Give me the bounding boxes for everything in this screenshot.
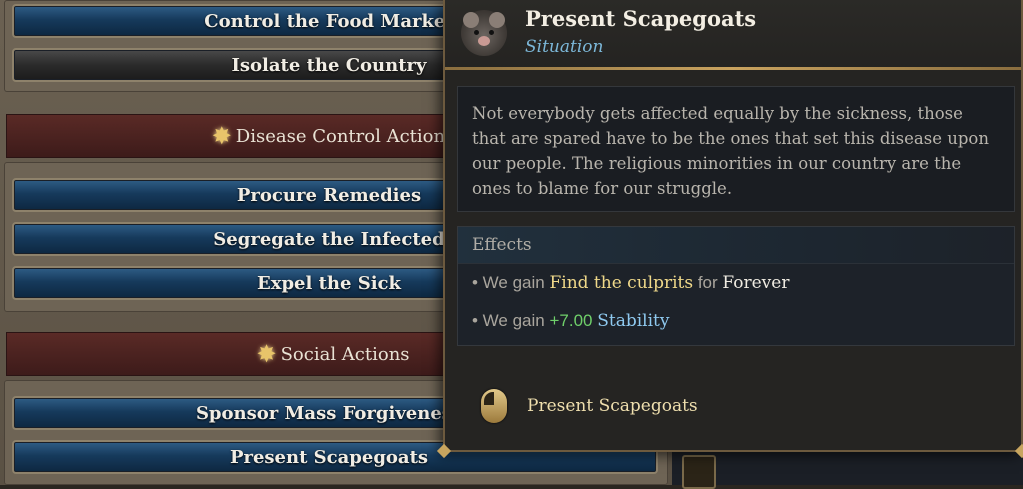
effect-duration: Forever [722, 273, 790, 293]
tooltip-action-hint: Present Scapegoats [481, 386, 698, 426]
effect-connector: for [693, 273, 723, 292]
situation-tooltip: Present Scapegoats Situation Not everybo… [436, 0, 1023, 459]
procure-remedies-label: Procure Remedies [236, 184, 422, 206]
effect-prefix: • We gain [472, 311, 550, 330]
segregate-infected-label: Segregate the Infected [213, 228, 445, 250]
header-divider [445, 67, 1021, 70]
effect-line: • We gain +7.00 Stability [458, 302, 1014, 340]
frame-ornament [682, 455, 716, 489]
rat-eye [489, 30, 494, 35]
star-icon: ✸ [256, 340, 277, 368]
tooltip-header: Present Scapegoats Situation [445, 0, 1021, 70]
tooltip-title: Present Scapegoats [525, 6, 757, 31]
effect-value: +7.00 [549, 311, 593, 330]
control-food-market-label: Control the Food Market [204, 10, 454, 32]
effect-modifier-name: Find the culprits [549, 273, 694, 293]
mouse-left-button [484, 392, 494, 405]
disease-control-section-label: Disease Control Actions [235, 125, 455, 147]
sponsor-mass-forgiveness-label: Sponsor Mass Forgiveness [195, 402, 463, 424]
tooltip-subtitle: Situation [525, 37, 604, 57]
star-icon: ✸ [211, 122, 232, 150]
effect-stat: Stability [597, 311, 670, 331]
rat-snout [478, 36, 490, 46]
rat-eye [474, 30, 479, 35]
effect-prefix: • We gain [472, 273, 550, 292]
mouse-left-click-icon [481, 389, 507, 423]
action-hint-label: Present Scapegoats [527, 396, 698, 416]
expel-sick-label: Expel the Sick [257, 272, 401, 294]
present-scapegoats-label: Present Scapegoats [229, 446, 429, 468]
effect-line: • We gain Find the culprits for Forever [458, 264, 1014, 302]
tooltip-description: Not everybody gets affected equally by t… [457, 86, 1015, 212]
rat-icon [461, 10, 507, 56]
effects-box: Effects • We gain Find the culprits for … [457, 226, 1015, 346]
isolate-country-label: Isolate the Country [231, 54, 427, 76]
social-section-label: Social Actions [280, 343, 410, 365]
effects-header: Effects [458, 227, 1014, 264]
